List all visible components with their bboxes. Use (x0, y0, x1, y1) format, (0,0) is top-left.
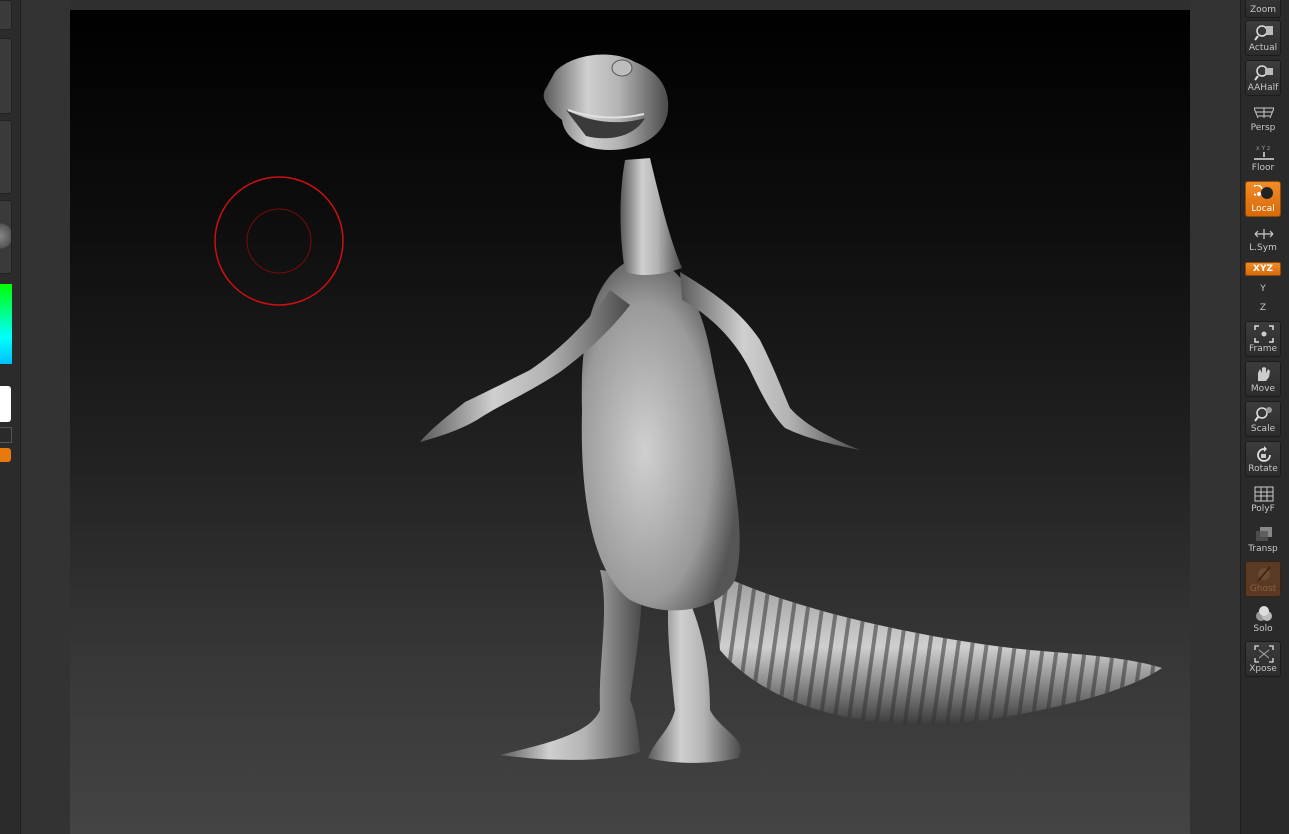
lsym-label: L.Sym (1249, 243, 1277, 253)
scale-label: Scale (1250, 424, 1276, 434)
solo-icon (1256, 606, 1272, 621)
solo-button[interactable]: Solo (1245, 601, 1281, 637)
document-canvas[interactable] (70, 10, 1190, 834)
local-icon (1254, 185, 1273, 199)
frame-button[interactable]: Frame (1245, 321, 1281, 357)
frame-label: Frame (1248, 344, 1278, 354)
actual-button[interactable]: Actual (1245, 20, 1281, 56)
local-button[interactable]: Local (1245, 181, 1281, 217)
aahalf-button[interactable]: AAHalf (1245, 60, 1281, 96)
ghost-icon (1257, 566, 1271, 582)
persp-label: Persp (1250, 123, 1276, 133)
ghost-button[interactable]: Ghost (1245, 561, 1281, 597)
scale-icon (1254, 407, 1272, 422)
z-axis-label: Z (1259, 303, 1267, 313)
rotate-label: Rotate (1248, 464, 1278, 474)
y-axis-label: Y (1260, 284, 1266, 294)
actual-label: Actual (1248, 43, 1278, 53)
lsym-button[interactable]: L.Sym (1245, 220, 1281, 256)
polyf-button[interactable]: PolyF (1245, 481, 1281, 517)
dinosaur-model[interactable] (420, 54, 1162, 763)
xyz-rotation-toggle[interactable]: XYZ (1245, 262, 1281, 276)
y-rotation-toggle[interactable]: Y (1245, 283, 1281, 295)
brush-cursor (214, 176, 344, 306)
move-button[interactable]: Move (1245, 361, 1281, 397)
floor-label: Floor (1251, 163, 1275, 173)
transp-label: Transp (1248, 544, 1278, 554)
local-label: Local (1251, 204, 1275, 214)
transp-button[interactable]: Transp (1245, 521, 1281, 557)
zoom-button[interactable]: Zoom (1245, 0, 1281, 18)
xpose-button[interactable]: Xpose (1245, 641, 1281, 677)
switch-color-button[interactable] (0, 427, 12, 443)
xpose-label: Xpose (1249, 664, 1277, 674)
viewport-svg (214, 54, 1162, 763)
rotate-icon (1257, 446, 1271, 462)
polyf-label: PolyF (1251, 504, 1275, 514)
main-color-swatch[interactable] (0, 386, 11, 422)
left-tray-button[interactable] (0, 120, 12, 194)
floor-icon: x Y z (1254, 145, 1274, 160)
aahalf-label: AAHalf (1247, 83, 1279, 93)
color-picker[interactable] (0, 284, 12, 364)
persp-button[interactable]: Persp (1245, 100, 1281, 136)
xpose-icon (1254, 645, 1274, 663)
polyf-icon (1254, 486, 1274, 502)
xyz-label: XYZ (1253, 264, 1273, 274)
gradient-toggle[interactable] (0, 448, 11, 462)
left-tray-button[interactable] (0, 38, 12, 114)
move-label: Move (1250, 384, 1276, 394)
left-spacer (21, 0, 70, 834)
transp-icon (1256, 527, 1272, 541)
actual-icon (1254, 25, 1273, 41)
left-tray-button[interactable] (0, 0, 12, 30)
scale-button[interactable]: Scale (1245, 401, 1281, 437)
ghost-label: Ghost (1249, 584, 1277, 594)
zoom-label: Zoom (1250, 5, 1276, 15)
left-tray (0, 0, 21, 834)
persp-icon (1254, 107, 1274, 119)
canvas-top-bar (70, 0, 1190, 10)
aahalf-icon (1254, 65, 1273, 81)
svg-text:x Y z: x Y z (1256, 145, 1270, 152)
material-swatch[interactable] (0, 200, 12, 274)
floor-button[interactable]: x Y z Floor (1245, 140, 1281, 176)
right-shelf: Zoom Actual AAHalf Persp x Y z Floor Loc… (1240, 0, 1289, 834)
rotate-button[interactable]: Rotate (1245, 441, 1281, 477)
solo-label: Solo (1253, 624, 1273, 634)
lsym-icon (1254, 229, 1274, 239)
z-rotation-toggle[interactable]: Z (1245, 302, 1281, 314)
canvas-right-gutter (1190, 0, 1240, 834)
frame-icon (1254, 325, 1274, 343)
move-icon (1258, 367, 1270, 381)
